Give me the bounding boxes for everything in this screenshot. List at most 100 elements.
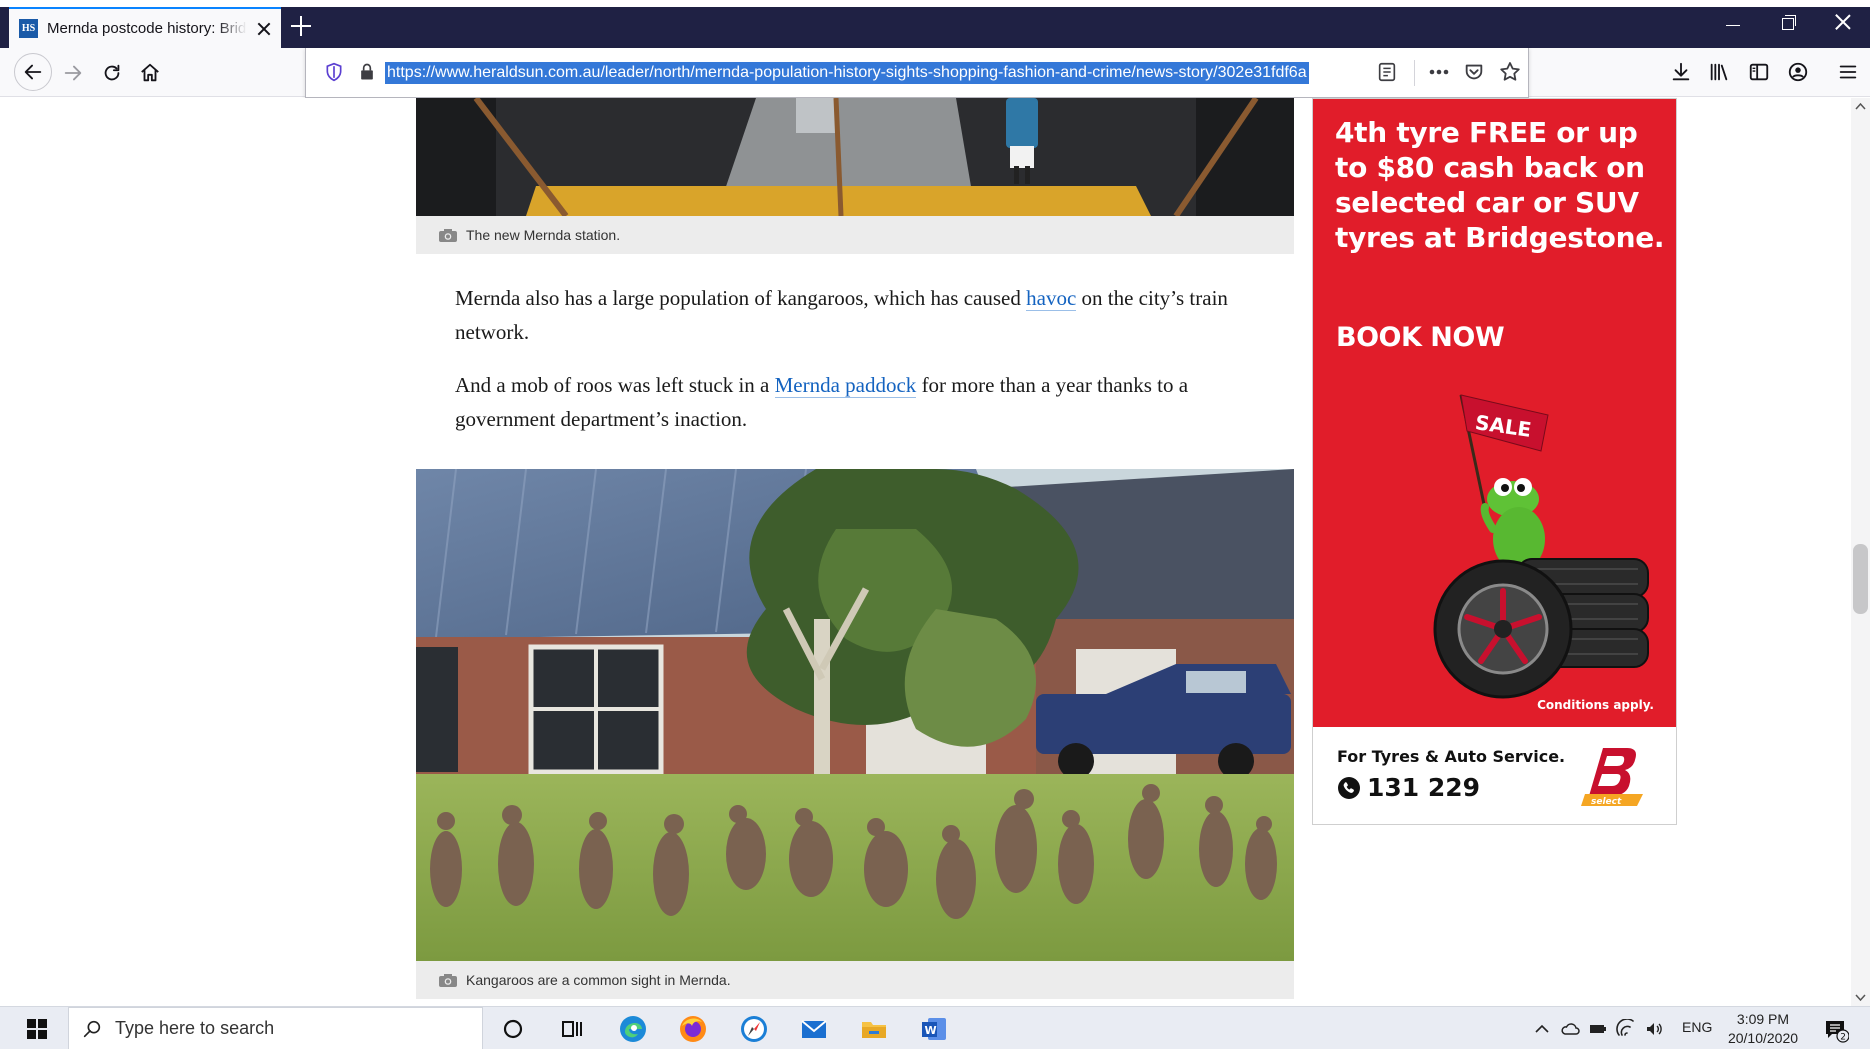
- safari-taskbar-button[interactable]: [733, 1011, 775, 1047]
- windows-taskbar: Type here to search W ENG 3:09 PM 20/10/…: [0, 1006, 1870, 1049]
- clock-time: 3:09 PM: [1736, 1011, 1790, 1027]
- phone-number-text: 131 229: [1367, 773, 1481, 802]
- back-arrow-icon: [24, 64, 42, 80]
- onedrive-cloud-icon[interactable]: [1560, 1019, 1580, 1039]
- downloads-button[interactable]: [1667, 58, 1695, 86]
- mail-icon: [801, 1020, 827, 1038]
- library-icon: [1710, 63, 1728, 81]
- camera-icon: [439, 973, 457, 987]
- paragraph-text: Mernda also has a large population of ka…: [455, 286, 1027, 310]
- mernda-station-photo: [416, 98, 1294, 216]
- url-separator: [1414, 60, 1415, 86]
- ad-logo-sub: select: [1591, 797, 1622, 807]
- library-button[interactable]: [1705, 58, 1733, 86]
- close-window-icon[interactable]: [1833, 12, 1853, 32]
- sidebar-icon: [1749, 63, 1769, 81]
- page-actions-more-icon[interactable]: [1424, 61, 1454, 83]
- home-icon: [141, 63, 159, 82]
- firefox-icon: [680, 1016, 706, 1042]
- reader-view-icon[interactable]: [1376, 61, 1398, 83]
- lock-icon[interactable]: [357, 62, 377, 82]
- bookmark-star-icon[interactable]: [1498, 60, 1522, 84]
- new-tab-icon[interactable]: [290, 15, 312, 37]
- search-placeholder: Type here to search: [115, 1018, 275, 1038]
- input-language-indicator[interactable]: ENG: [1682, 1019, 1712, 1035]
- web-page: The new Mernda station. Mernda also has …: [0, 98, 1870, 1006]
- action-center-notification-icon[interactable]: 2: [1823, 1017, 1849, 1043]
- volume-icon[interactable]: [1644, 1019, 1664, 1039]
- phone-icon: [1338, 776, 1360, 799]
- hamburger-menu-icon: [1839, 65, 1857, 79]
- task-view-button[interactable]: [551, 1011, 593, 1047]
- account-button[interactable]: [1784, 58, 1812, 86]
- address-bar[interactable]: https://www.heraldsun.com.au/leader/nort…: [305, 48, 1529, 98]
- word-taskbar-button[interactable]: W: [913, 1011, 955, 1047]
- download-icon: [1672, 62, 1690, 81]
- app-menu-button[interactable]: [1834, 58, 1862, 86]
- firefox-taskbar-button[interactable]: [672, 1011, 714, 1047]
- navigation-toolbar: https://www.heraldsun.com.au/leader/nort…: [0, 48, 1870, 98]
- word-icon: W: [922, 1018, 946, 1040]
- page-scrollbar[interactable]: [1851, 98, 1870, 1006]
- frog-mascot-with-tyres-icon: SALE: [1433, 394, 1649, 699]
- kangaroos-photo: [416, 469, 1294, 961]
- ad-conditions: Conditions apply.: [1537, 698, 1654, 712]
- scroll-up-arrow-icon[interactable]: [1855, 102, 1866, 110]
- mail-taskbar-button[interactable]: [793, 1011, 835, 1047]
- notification-count: 2: [1840, 1033, 1846, 1043]
- ad-phone-number[interactable]: 131 229: [1337, 773, 1480, 802]
- photo-caption: Kangaroos are a common sight in Mernda.: [416, 961, 1294, 999]
- tracking-protection-shield-icon[interactable]: [324, 62, 344, 82]
- screen: HS Mernda postcode history: Bridgewater …: [0, 0, 1870, 1049]
- file-explorer-taskbar-button[interactable]: [853, 1011, 895, 1047]
- minimize-window-icon[interactable]: [1723, 12, 1743, 32]
- article-paragraph: And a mob of roos was left stuck in a Me…: [455, 368, 1255, 436]
- url-text[interactable]: https://www.heraldsun.com.au/leader/nort…: [385, 62, 1309, 84]
- bridgestone-advertisement[interactable]: 4th tyre FREE or up to $80 cash back on …: [1312, 98, 1677, 825]
- battery-icon[interactable]: [1588, 1019, 1608, 1039]
- taskbar-clock[interactable]: 3:09 PM 20/10/2020: [1718, 1010, 1808, 1048]
- ad-footer-label: For Tyres & Auto Service.: [1337, 747, 1566, 766]
- forward-arrow-icon: [64, 65, 82, 81]
- close-tab-icon[interactable]: [255, 20, 273, 38]
- havoc-link[interactable]: havoc: [1026, 286, 1077, 311]
- paragraph-text: And a mob of roos was left stuck in a: [455, 373, 775, 397]
- search-icon: [83, 1020, 101, 1037]
- taskbar-search-box[interactable]: Type here to search: [68, 1007, 483, 1049]
- browser-titlebar: HS Mernda postcode history: Bridgewater …: [0, 0, 1870, 48]
- account-icon: [1788, 62, 1808, 82]
- top-strip: [0, 0, 1870, 7]
- cortana-icon: [503, 1019, 523, 1039]
- bridgestone-select-logo-icon: select: [1581, 748, 1643, 807]
- safari-icon: [741, 1016, 767, 1042]
- reload-icon: [104, 64, 120, 81]
- edge-taskbar-button[interactable]: [612, 1011, 654, 1047]
- article-paragraph: Mernda also has a large population of ka…: [455, 281, 1255, 349]
- scrollbar-thumb[interactable]: [1853, 544, 1868, 614]
- browser-tab[interactable]: HS Mernda postcode history: Bridgewater …: [9, 7, 281, 48]
- windows-start-icon[interactable]: [19, 1015, 55, 1043]
- show-hidden-icons-chevron-icon[interactable]: [1532, 1019, 1552, 1039]
- tab-title: Mernda postcode history: Bridgewater sho…: [47, 20, 247, 37]
- cortana-button[interactable]: [492, 1011, 534, 1047]
- caption-text: The new Mernda station.: [466, 227, 621, 243]
- back-button[interactable]: [14, 53, 52, 91]
- restore-window-icon[interactable]: [1779, 12, 1799, 32]
- scroll-down-arrow-icon[interactable]: [1855, 994, 1866, 1002]
- reload-button[interactable]: [94, 55, 130, 91]
- ad-headline: 4th tyre FREE or up to $80 cash back on …: [1335, 116, 1665, 254]
- task-view-icon: [562, 1021, 582, 1037]
- home-button[interactable]: [132, 55, 168, 91]
- book-now-button[interactable]: BOOK NOW: [1336, 322, 1505, 353]
- wifi-icon[interactable]: [1616, 1019, 1636, 1039]
- camera-icon: [439, 228, 457, 242]
- system-tray: [1532, 1017, 1664, 1041]
- sidebar-button[interactable]: [1745, 58, 1773, 86]
- forward-button[interactable]: [55, 55, 91, 91]
- photo-caption: The new Mernda station.: [416, 216, 1294, 254]
- edge-icon: [620, 1016, 646, 1042]
- pocket-icon[interactable]: [1463, 61, 1485, 83]
- caption-text: Kangaroos are a common sight in Mernda.: [466, 972, 731, 988]
- file-explorer-icon: [862, 1022, 886, 1038]
- mernda-paddock-link[interactable]: Mernda paddock: [774, 373, 917, 398]
